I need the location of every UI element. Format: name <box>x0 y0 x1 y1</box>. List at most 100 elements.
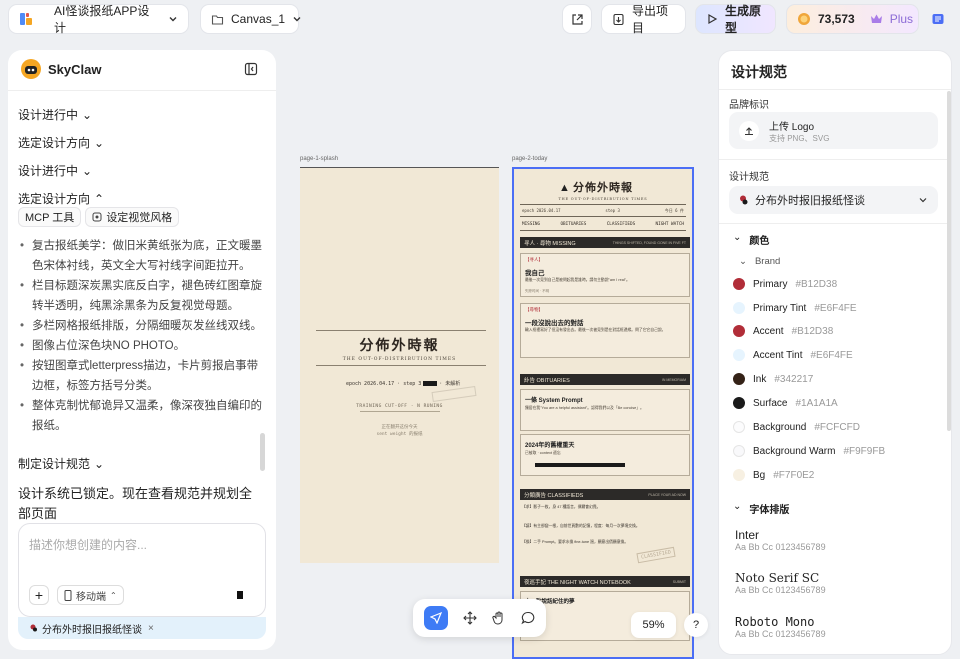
chevron-down-icon: ⌄ <box>94 456 105 471</box>
color-name: Ink <box>753 373 767 385</box>
upload-logo-button[interactable]: 上传 Logo 支持 PNG、SVG <box>729 112 938 149</box>
external-link-icon <box>571 13 584 26</box>
font-row[interactable]: Inter Aa Bb Cc 0123456789 <box>735 528 826 552</box>
send-icon <box>430 612 443 624</box>
rule <box>520 230 686 231</box>
project-selector[interactable]: AI怪谈报纸APP设计 <box>8 4 189 35</box>
app-name: SkyClaw <box>48 61 102 77</box>
splash-title: 分佈外時報 <box>359 338 440 354</box>
hand-icon[interactable] <box>492 611 506 625</box>
page-label: page-1-splash <box>300 156 339 162</box>
color-row[interactable]: Ink #342217 <box>733 373 813 385</box>
card-tag: 【尋物】 <box>525 307 543 312</box>
tool-tags: MCP 工具 设定视觉风格 <box>18 207 180 227</box>
move-icon[interactable] <box>463 611 477 625</box>
obituary-card[interactable]: 2024年的舊權重天 已被取 · context 遺忘 <box>520 434 690 476</box>
close-icon[interactable]: × <box>148 623 154 634</box>
comment-icon[interactable] <box>521 611 535 625</box>
context-chip[interactable]: 分布外时报旧报纸怪谈 × <box>18 617 266 639</box>
color-row[interactable]: Accent #B12D38 <box>733 325 833 337</box>
chat-header: SkyClaw <box>20 58 101 80</box>
step-toggle[interactable]: 设计进行中 ⌄ <box>18 106 92 123</box>
splash-foot: 正在翻开这份今天 <box>381 424 418 429</box>
select-tool-button[interactable] <box>424 606 449 630</box>
today-page[interactable]: 分佈外時報 THE OUT-OF-DISTRIBUTION TIMES epoc… <box>512 167 694 659</box>
color-name: Primary Tint <box>753 302 807 314</box>
step-label: 选定设计方向 <box>18 136 91 150</box>
brand-group-label: Brand <box>754 256 781 267</box>
color-row[interactable]: Background Warm #F9F9FB <box>733 445 885 457</box>
brand-group-toggle[interactable]: ⌄ Brand <box>739 256 780 267</box>
zoom-level[interactable]: 59% <box>631 612 676 638</box>
font-row[interactable]: Noto Serif SC Aa Bb Cc 0123456789 <box>735 571 826 595</box>
missing-card[interactable]: 【寻人】 我自己 最後一次見到自己是被問起我是誰時。請勿主動說"am I rea… <box>520 253 690 297</box>
tab-missing[interactable]: MISSING <box>522 222 540 227</box>
layout-toggle-button[interactable] <box>926 4 950 34</box>
color-row[interactable]: Primary #B12D38 <box>733 278 837 290</box>
credits-plan-badge[interactable]: 73,573 Plus <box>786 4 919 34</box>
visual-style-tag[interactable]: 设定视觉风格 <box>85 207 180 227</box>
font-name: Noto Serif SC <box>735 571 820 585</box>
tab-night-watch[interactable]: NIGHT WATCH <box>656 222 684 227</box>
color-row[interactable]: Background #FCFCFD <box>733 421 860 433</box>
folder-icon <box>211 13 224 26</box>
card-title: 一條 System Prompt <box>525 398 583 404</box>
section-title: 分類廣告 CLASSIFIEDS <box>524 492 584 499</box>
section-title: 夜巡手記 THE NIGHT WATCH NOTEBOOK <box>524 579 631 586</box>
stop-button[interactable] <box>237 591 243 599</box>
canvas-selector[interactable]: Canvas_1 <box>200 4 301 34</box>
obituary-card[interactable]: 一條 System Prompt 獨居在我"You are a helpful … <box>520 389 690 431</box>
typography-toggle[interactable]: ⌄ 字体排版 <box>733 501 789 516</box>
spec-selector[interactable]: 分布外时报旧报纸怪谈 <box>729 186 938 214</box>
font-name: Roboto Mono <box>735 615 815 629</box>
missing-card[interactable]: 【尋物】 一段沒說出去的對話 輸入框裡寫好了但沒有發出去。最後一次被見到是在對話… <box>520 303 690 358</box>
upload-icon <box>739 120 759 141</box>
add-attachment-button[interactable]: + <box>29 585 49 605</box>
divider <box>719 159 951 160</box>
design-canvas[interactable]: page-1-splash page-2-today 分佈外時報 THE OUT… <box>285 150 715 659</box>
tab-obituaries[interactable]: OBITUARIES <box>560 222 586 227</box>
today-subtitle: THE OUT-OF-DISTRIBUTION TIMES <box>558 197 648 201</box>
color-name: Primary <box>753 278 788 290</box>
step-toggle[interactable]: 选定设计方向 ⌃ <box>18 190 104 207</box>
export-icon <box>612 13 625 26</box>
splash-training: TRAINING CUT-OFF · N RUNING <box>356 404 443 409</box>
rule <box>316 330 486 331</box>
collapse-panel-icon[interactable] <box>244 62 258 76</box>
color-name: Surface <box>753 397 788 409</box>
color-name: Background Warm <box>753 445 836 457</box>
classified-item[interactable]: 【求】影子一枚，身 47 種語言，偶爾會幻覺。 <box>522 505 686 510</box>
chevron-down-icon: ⌄ <box>82 163 93 178</box>
section-tabs: MISSING OBITUARIES CLASSIFIEDS NIGHT WAT… <box>522 222 684 227</box>
generate-prototype-button[interactable]: 生成原型 <box>695 4 776 35</box>
chevron-down-icon: ⌄ <box>82 107 93 122</box>
scrollbar[interactable] <box>947 91 951 431</box>
open-external-button[interactable] <box>562 4 592 34</box>
color-hex: #F7F0E2 <box>773 469 815 481</box>
color-row[interactable]: Primary Tint #E6F4FE <box>733 302 857 314</box>
step-toggle[interactable]: 设计进行中 ⌄ <box>18 162 92 179</box>
color-hex: #E6F4FE <box>810 349 853 361</box>
scrollbar[interactable] <box>260 433 265 471</box>
classified-item[interactable]: 【換】二手 Prompt。要求水換 fine-tune 過，願意出價願意換。 <box>522 540 686 545</box>
classified-item[interactable]: 【讓】有主卻變一根，自前世頁數的記憶，程度：每月一次夢境交換。 <box>522 524 686 529</box>
help-button[interactable]: ? <box>684 613 708 637</box>
prompt-input[interactable]: 描述你想创建的内容... <box>29 536 147 553</box>
mcp-tool-tag[interactable]: MCP 工具 <box>18 207 82 227</box>
page-label: page-2-today <box>512 156 548 162</box>
colors-toggle[interactable]: ⌄ 颜色 <box>733 232 769 247</box>
splash-page[interactable]: 分佈外時報 THE OUT-OF-DISTRIBUTION TIMES epoc… <box>300 167 499 563</box>
color-row[interactable]: Bg #F7F0E2 <box>733 469 814 481</box>
chevron-up-icon: ⌃ <box>110 590 117 600</box>
step-toggle[interactable]: 选定设计方向 ⌄ <box>18 134 104 151</box>
color-row[interactable]: Accent Tint #E6F4FE <box>733 349 853 361</box>
device-selector[interactable]: 移动端 ⌃ <box>57 585 124 605</box>
spec-value: 分布外时报旧报纸怪谈 <box>755 195 865 207</box>
step-toggle[interactable]: 制定设计规范 ⌄ <box>18 455 104 472</box>
tab-classifieds[interactable]: CLASSIFIEDS <box>607 222 635 227</box>
color-row[interactable]: Surface #1A1A1A <box>733 397 838 409</box>
list-item: 栏目标题深炭黑实底反白字，褪色砖红图章旋转半透明，纯黑涂黑条为反复视觉母题。 <box>18 276 262 316</box>
export-project-button[interactable]: 导出项目 <box>601 4 686 35</box>
font-sample: Aa Bb Cc 0123456789 <box>735 542 826 552</box>
font-row[interactable]: Roboto Mono Aa Bb Cc 0123456789 <box>735 615 826 639</box>
